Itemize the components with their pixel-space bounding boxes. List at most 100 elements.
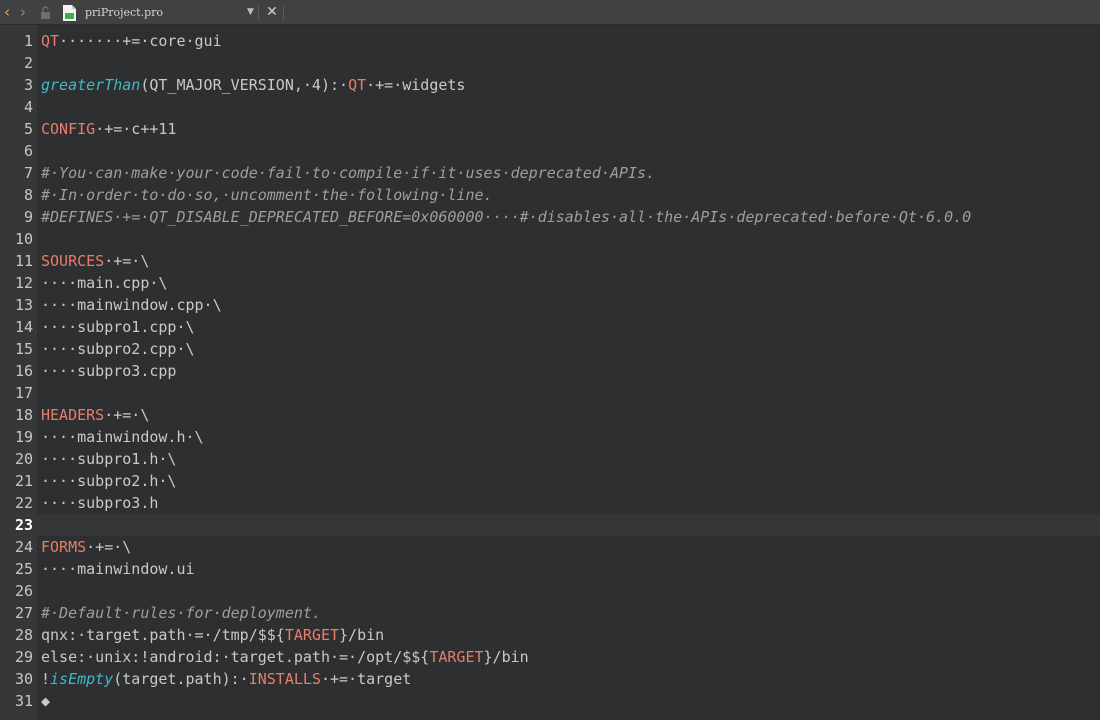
code-line[interactable]: #·Default·rules·for·deployment. (41, 602, 1100, 624)
line-number: 3 (23, 76, 33, 94)
code-line[interactable]: greaterThan(QT_MAJOR_VERSION,·4):·QT·+=·… (41, 74, 1100, 96)
code-line[interactable]: ····subpro2.h·\ (41, 470, 1100, 492)
code-line[interactable]: ····main.cpp·\ (41, 272, 1100, 294)
code-token: greaterThan (41, 76, 141, 94)
line-number: 14 (14, 318, 33, 336)
code-token: ·······+=·core·gui (59, 32, 222, 50)
code-line[interactable]: ····subpro3.cpp (41, 360, 1100, 382)
qt-project-file-icon (63, 5, 76, 21)
code-token: TARGET (429, 648, 484, 666)
code-line[interactable]: !isEmpty(target.path):·INSTALLS·+=·targe… (41, 668, 1100, 690)
code-line[interactable]: FORMS·+=·\ (41, 536, 1100, 558)
code-line[interactable]: ····mainwindow.cpp·\ (41, 294, 1100, 316)
code-line[interactable]: else:·unix:!android:·target.path·=·/opt/… (41, 646, 1100, 668)
code-token: ·+=·\ (104, 406, 150, 424)
code-token: #DEFINES·+=·QT_DISABLE_DEPRECATED_BEFORE… (41, 208, 972, 226)
line-number: 22 (14, 494, 33, 512)
code-token: QT (348, 76, 367, 94)
code-token: ····main.cpp·\ (41, 274, 168, 292)
code-line[interactable]: #DEFINES·+=·QT_DISABLE_DEPRECATED_BEFORE… (41, 206, 1100, 228)
line-number: 18 (14, 406, 33, 424)
code-line[interactable]: ····subpro1.h·\ (41, 448, 1100, 470)
line-number: 15 (14, 340, 33, 358)
code-token: else:·unix:!android:·target.path·=·/opt/… (41, 648, 430, 666)
code-line[interactable]: QT·······+=·core·gui (41, 30, 1100, 52)
line-numbers: 1 2 3 4 5 6 7 8 9 10 11 12 13 14 15 16 17 18 19 20 21 22 23 24 2… (0, 30, 33, 712)
forward-arrow-icon[interactable]: › (16, 0, 30, 25)
code-line[interactable]: ····subpro1.cpp·\ (41, 316, 1100, 338)
code-token: ····mainwindow.cpp·\ (41, 296, 222, 314)
code-token: ····subpro3.cpp (41, 362, 177, 380)
code-line[interactable] (41, 580, 1100, 602)
code-line[interactable]: HEADERS·+=·\ (41, 404, 1100, 426)
line-number: 27 (14, 604, 33, 622)
editor-toolbar: ‹ › priProject.pro ▼ ✕ (0, 0, 1100, 25)
code-token: HEADERS (41, 406, 105, 424)
code-line[interactable] (41, 228, 1100, 250)
code-token: ····subpro2.h·\ (41, 472, 177, 490)
code-token: }/bin (483, 648, 529, 666)
code-line[interactable] (41, 52, 1100, 74)
code-token: ·+=·c++11 (95, 120, 177, 138)
code-line[interactable]: ····subpro2.cpp·\ (41, 338, 1100, 360)
line-number: 5 (23, 120, 33, 138)
line-number: 11 (14, 252, 33, 270)
code-line[interactable]: #·You·can·make·your·code·fail·to·compile… (41, 162, 1100, 184)
code-line[interactable]: ····mainwindow.ui (41, 558, 1100, 580)
code-token: TARGET (284, 626, 340, 644)
code-line[interactable]: SOURCES·+=·\ (41, 250, 1100, 272)
code-token: FORMS (41, 538, 87, 556)
back-arrow-icon[interactable]: ‹ (0, 0, 14, 25)
code-token: qnx:·target.path·=·/tmp/$${ (41, 626, 285, 644)
code-line[interactable] (41, 140, 1100, 162)
line-number: 31 (14, 692, 33, 710)
code-token: ····subpro1.h·\ (41, 450, 177, 468)
toolbar-divider (258, 5, 259, 20)
code-token: ····subpro2.cpp·\ (41, 340, 195, 358)
code-token: (QT_MAJOR_VERSION,·4):· (140, 76, 349, 94)
code-token: ! (41, 670, 51, 688)
chevron-down-icon[interactable]: ▼ (247, 0, 254, 25)
lock-icon[interactable] (40, 6, 51, 19)
line-number: 8 (23, 186, 33, 204)
code-token: ·+=·target (320, 670, 412, 688)
line-number: 12 (14, 274, 33, 292)
line-number: 9 (23, 208, 33, 226)
line-number: 23 (14, 516, 33, 534)
line-number: 29 (14, 648, 33, 666)
code-line[interactable]: ····mainwindow.h·\ (41, 426, 1100, 448)
line-number: 26 (14, 582, 33, 600)
line-number: 24 (14, 538, 33, 556)
code-line[interactable] (41, 514, 1100, 536)
toolbar-divider (283, 5, 284, 20)
code-token: }/bin (339, 626, 385, 644)
line-number: 21 (14, 472, 33, 490)
code-token: ····subpro1.cpp·\ (41, 318, 195, 336)
code-token: isEmpty (50, 670, 114, 688)
line-number: 2 (23, 54, 33, 72)
code-token: ·+=·widgets (366, 76, 466, 94)
code-token: QT (41, 32, 60, 50)
line-number: 17 (14, 384, 33, 402)
line-number: 28 (14, 626, 33, 644)
line-number: 1 (23, 32, 33, 50)
line-number: 13 (14, 296, 33, 314)
code-token: ····subpro3.h (41, 494, 159, 512)
code-line[interactable]: CONFIG·+=·c++11 (41, 118, 1100, 140)
code-line[interactable] (41, 382, 1100, 404)
code-lines[interactable]: QT·······+=·core·gui greaterThan(QT_MAJOR… (41, 30, 1100, 712)
line-number: 4 (23, 98, 33, 116)
code-line[interactable] (41, 96, 1100, 118)
line-number: 25 (14, 560, 33, 578)
code-line[interactable]: #·In·order·to·do·so,·uncomment·the·follo… (41, 184, 1100, 206)
line-number: 30 (14, 670, 33, 688)
code-token: #·In·order·to·do·so,·uncomment·the·follo… (41, 186, 493, 204)
code-line[interactable]: ····subpro3.h (41, 492, 1100, 514)
line-number: 16 (14, 362, 33, 380)
line-number: 19 (14, 428, 33, 446)
line-number: 6 (23, 142, 33, 160)
code-line[interactable]: qnx:·target.path·=·/tmp/$${TARGET}/bin (41, 624, 1100, 646)
file-selector[interactable]: priProject.pro (85, 0, 163, 25)
close-icon[interactable]: ✕ (264, 0, 280, 25)
code-line[interactable]: ◆ (41, 690, 1100, 712)
